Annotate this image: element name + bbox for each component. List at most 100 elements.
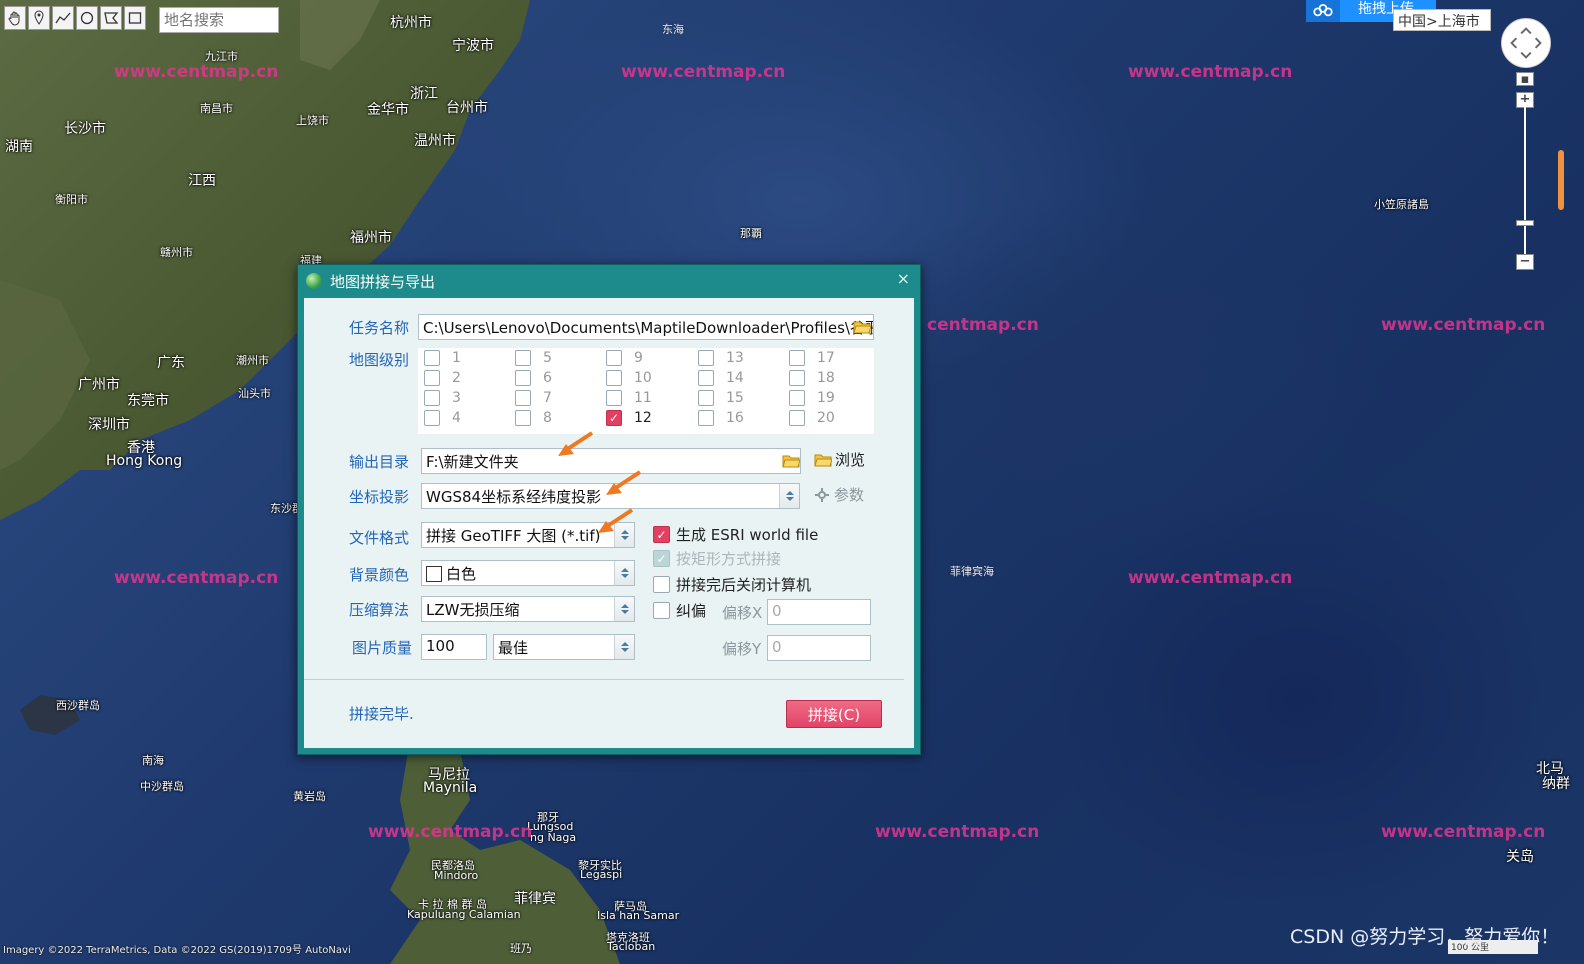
- zoom-reset-button[interactable]: ▪: [1516, 72, 1534, 87]
- place-label: 西沙群岛: [56, 699, 100, 712]
- level-checkbox-1[interactable]: 1: [424, 350, 461, 366]
- level-checkbox-18[interactable]: 18: [789, 370, 835, 386]
- browse-button[interactable]: 浏览: [814, 449, 865, 470]
- annotation-arrow-icon: [606, 470, 642, 495]
- projection-value: WGS84坐标系经纬度投影: [426, 488, 602, 506]
- checkbox-unchecked: [424, 350, 440, 366]
- quality-label: 图片质量: [352, 639, 413, 657]
- place-label: 湖南: [5, 139, 33, 155]
- checkbox-unchecked: [424, 390, 440, 406]
- level-checkbox-7[interactable]: 7: [515, 390, 552, 406]
- stitch-button[interactable]: 拼接(C): [786, 700, 882, 728]
- place-label: 江西: [188, 173, 216, 189]
- watermark: www.centmap.cn: [114, 568, 279, 588]
- csdn-watermark: CSDN @努力学习，努力爱你！: [1290, 926, 1560, 948]
- checkbox-unchecked: [789, 350, 805, 366]
- place-label: 宁波市: [452, 38, 494, 54]
- level-label: 7: [543, 390, 552, 406]
- output-dir-value: F:\新建文件夹: [426, 453, 519, 471]
- level-label: 1: [452, 350, 461, 366]
- place-label: 东海: [662, 23, 684, 36]
- level-checkbox-9[interactable]: 9: [606, 350, 643, 366]
- level-label: 9: [634, 350, 643, 366]
- level-checkbox-6[interactable]: 6: [515, 370, 552, 386]
- place-search-input[interactable]: [159, 7, 279, 33]
- dialog-title-bar[interactable]: 地图拼接与导出 ×: [298, 265, 920, 297]
- place-label: 台州市: [446, 100, 488, 116]
- map-level-label: 地图级别: [349, 351, 410, 369]
- level-label: 20: [817, 410, 835, 426]
- level-checkbox-10[interactable]: 10: [606, 370, 652, 386]
- combo-arrow-icon: [614, 597, 634, 621]
- projection-label: 坐标投影: [349, 488, 410, 506]
- checkbox-checked: [653, 526, 670, 543]
- close-button[interactable]: ×: [897, 269, 910, 288]
- location-breadcrumb[interactable]: 中国>上海市: [1393, 9, 1491, 31]
- place-label: 温州市: [414, 133, 456, 149]
- zoom-slider-thumb[interactable]: [1516, 220, 1534, 226]
- folder-open-icon[interactable]: [782, 454, 800, 468]
- task-name-label: 任务名称: [349, 319, 410, 337]
- place-label: 赣州市: [160, 246, 193, 259]
- place-label: 班乃: [510, 942, 532, 955]
- polyline-icon[interactable]: [52, 6, 74, 30]
- hand-icon[interactable]: [4, 6, 26, 30]
- checkbox-checked-disabled: [653, 550, 670, 567]
- level-label: 12: [634, 410, 652, 426]
- place-label: Hong Kong: [106, 453, 183, 469]
- level-checkbox-20[interactable]: 20: [789, 410, 835, 426]
- level-checkbox-13[interactable]: 13: [698, 350, 744, 366]
- zoom-track[interactable]: [1524, 102, 1526, 262]
- offset-y-input[interactable]: 0: [767, 635, 871, 661]
- zoom-out-button[interactable]: −: [1516, 254, 1534, 270]
- offset-y-value: 0: [772, 638, 782, 656]
- level-checkbox-16[interactable]: 16: [698, 410, 744, 426]
- pan-control[interactable]: [1501, 18, 1551, 68]
- place-label: Maynila: [423, 780, 478, 796]
- dialog-title: 地图拼接与导出: [330, 272, 436, 291]
- bg-color-select[interactable]: 白色: [421, 560, 635, 586]
- place-label: 纳群: [1542, 776, 1570, 792]
- circle-icon[interactable]: [76, 6, 98, 30]
- place-label: 深圳市: [88, 417, 130, 433]
- rectangle-icon[interactable]: [124, 6, 146, 30]
- level-checkbox-3[interactable]: 3: [424, 390, 461, 406]
- level-checkbox-19[interactable]: 19: [789, 390, 835, 406]
- esri-world-file-checkbox[interactable]: 生成 ESRI world file: [653, 524, 818, 545]
- task-name-field[interactable]: C:\Users\Lenovo\Documents\MaptileDownloa…: [418, 314, 874, 340]
- correct-offset-checkbox[interactable]: 纠偏: [653, 600, 706, 621]
- output-dir-label: 输出目录: [349, 453, 410, 471]
- level-checkbox-4[interactable]: 4: [424, 410, 461, 426]
- checkbox-unchecked: [789, 410, 805, 426]
- params-button[interactable]: 参数: [814, 484, 864, 505]
- level-label: 3: [452, 390, 461, 406]
- watermark: www.centmap.cn: [1128, 62, 1293, 82]
- level-checkbox-15[interactable]: 15: [698, 390, 744, 406]
- level-checkbox-11[interactable]: 11: [606, 390, 652, 406]
- checkbox-unchecked: [653, 602, 670, 619]
- quality-input[interactable]: 100: [421, 634, 487, 660]
- annotation-arrow-icon: [558, 431, 594, 456]
- place-label: ng Naga: [530, 831, 577, 844]
- offset-x-input[interactable]: 0: [767, 599, 871, 625]
- polygon-icon[interactable]: [100, 6, 122, 30]
- level-checkbox-2[interactable]: 2: [424, 370, 461, 386]
- place-label: 南海: [142, 754, 164, 767]
- checkbox-unchecked: [515, 370, 531, 386]
- level-checkbox-5[interactable]: 5: [515, 350, 552, 366]
- level-checkbox-17[interactable]: 17: [789, 350, 835, 366]
- params-label: 参数: [834, 486, 865, 504]
- quality-preset-select[interactable]: 最佳: [493, 634, 635, 660]
- marker-icon[interactable]: [28, 6, 50, 30]
- place-label: 中沙群岛: [140, 780, 184, 793]
- level-checkbox-12[interactable]: 12: [606, 410, 652, 426]
- level-checkbox-8[interactable]: 8: [515, 410, 552, 426]
- level-label: 10: [634, 370, 652, 386]
- compression-select[interactable]: LZW无损压缩: [421, 596, 635, 622]
- rect-stitch-checkbox[interactable]: 按矩形方式拼接: [653, 548, 781, 569]
- shutdown-checkbox[interactable]: 拼接完后关闭计算机: [653, 574, 811, 595]
- checkbox-unchecked: [653, 576, 670, 593]
- level-checkbox-14[interactable]: 14: [698, 370, 744, 386]
- folder-open-icon[interactable]: [853, 320, 871, 334]
- watermark: www.centmap.cn: [1381, 822, 1546, 842]
